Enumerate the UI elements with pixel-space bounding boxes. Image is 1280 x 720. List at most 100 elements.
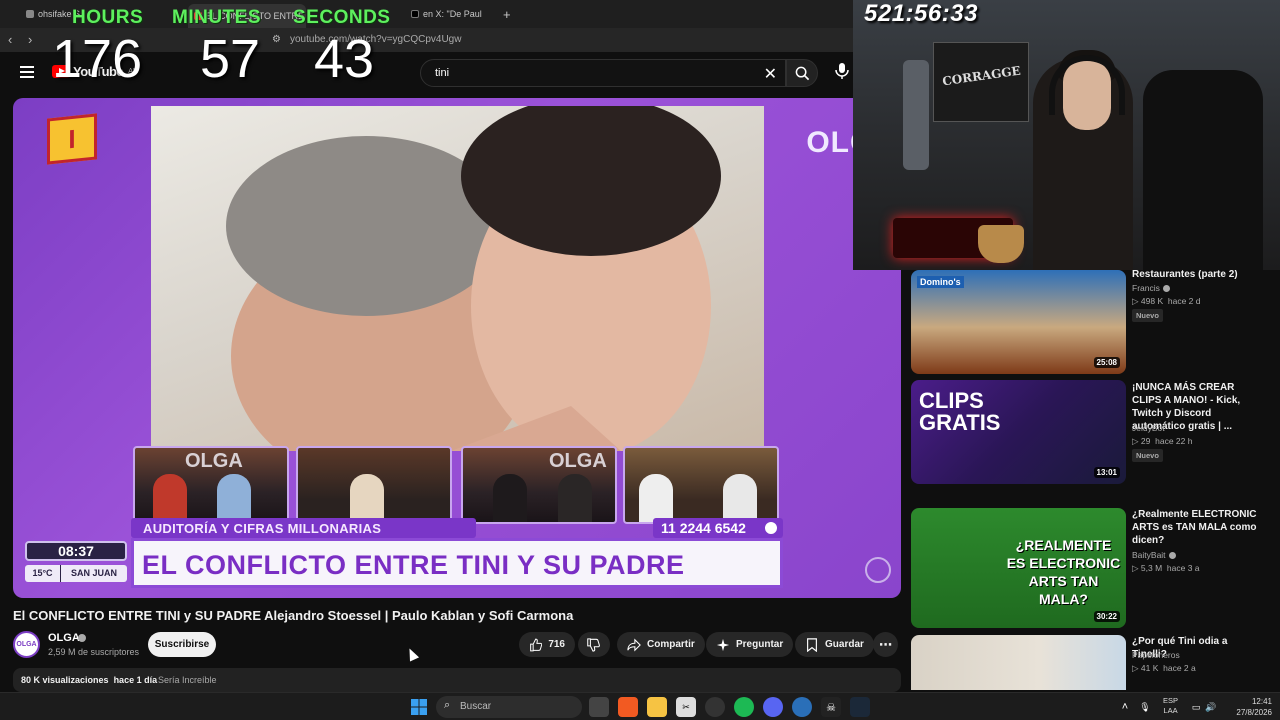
share-icon [627, 637, 641, 652]
site-info-icon[interactable]: ⚙ [272, 34, 281, 45]
recommendation-channel[interactable]: JeidyBot [1132, 423, 1165, 433]
chevron-up-icon[interactable]: ˄ [1118, 697, 1132, 717]
channel-name[interactable]: OLGA [48, 632, 80, 644]
published-ago: hace 2 a [1163, 663, 1196, 673]
windows-start-icon[interactable] [409, 697, 429, 717]
search-input[interactable]: tini ✕ [420, 59, 786, 87]
two-people-image [226, 98, 721, 486]
minutes-label: MINUTES [172, 7, 261, 28]
avatar-text: OLGA [16, 641, 37, 648]
back-icon[interactable]: ‹ [8, 32, 12, 47]
broadcast-clock: 08:37 [25, 541, 127, 561]
obs-icon[interactable] [705, 697, 725, 717]
video-title: El CONFLICTO ENTRE TINI y SU PADRE Aleja… [13, 608, 574, 623]
video-duration: 13:01 [1093, 467, 1120, 478]
taskbar-search[interactable]: ⌕ Buscar [436, 696, 582, 718]
views-and-date: 80 K visualizaciones hace 1 día [21, 675, 157, 685]
subscriber-count: 2,59 M de suscriptores [48, 647, 140, 657]
hours-label: HOURS [72, 7, 144, 28]
sparkle-icon [716, 638, 730, 651]
microphone-icon[interactable]: 🎙 [1138, 697, 1152, 717]
dislike-button[interactable] [578, 632, 610, 657]
recommendation-thumbnail[interactable]: CLIPS GRATIS 13:01 [911, 380, 1126, 484]
more-options-button[interactable]: ⋯ [873, 632, 898, 657]
volume-icon[interactable]: 🔊 [1205, 697, 1217, 717]
channel-cube-logo: I [47, 113, 97, 165]
channel-name: JeidyBot [1132, 423, 1165, 433]
recommendation-title[interactable]: ¿Realmente ELECTRONIC ARTS es TAN MALA c… [1132, 508, 1262, 547]
recommendation-thumbnail[interactable]: Domino's 25:08 [911, 270, 1126, 374]
menu-icon[interactable] [20, 66, 34, 78]
search-button[interactable] [786, 59, 818, 87]
tab-favicon-icon [26, 10, 34, 18]
subscribe-button[interactable]: Suscribirse [148, 632, 216, 657]
camera-feed [623, 446, 779, 524]
keyboard-layout: LAA [1163, 706, 1178, 715]
avatar[interactable]: OLGA [13, 631, 40, 658]
bookmark-icon [807, 637, 817, 652]
language-code: ESP [1163, 696, 1179, 705]
phone-number: 11 2244 6542 [661, 520, 746, 536]
cam-brand: OLGA [549, 450, 607, 472]
search-query: tini [435, 67, 450, 79]
thumbs-up-icon [530, 638, 543, 651]
whatsapp-icon [763, 520, 779, 536]
view-count: 80 K visualizaciones [21, 675, 109, 685]
language-indicator[interactable]: ESP LAA [1163, 696, 1178, 716]
stream-elapsed-timer: 521:56:33 [864, 0, 978, 27]
published-ago: hace 1 día [113, 675, 158, 685]
recommendation-thumbnail[interactable]: ¿REALMENTE ES ELECTRONIC ARTS TAN MALA? … [911, 508, 1126, 628]
mate-cup [978, 225, 1024, 263]
brave-browser-icon[interactable] [618, 697, 638, 717]
skull-app-icon[interactable]: ☠ [821, 697, 841, 717]
camera-feed: OLGA [133, 446, 289, 524]
forward-icon[interactable]: › [28, 32, 32, 47]
host [217, 474, 251, 522]
taskbar-clock[interactable]: 12:41 27/8/2026 [1226, 696, 1272, 718]
recommendation-thumbnail[interactable] [911, 635, 1126, 690]
x-favicon-icon [411, 10, 419, 18]
city-name: SAN JUAN [70, 568, 117, 578]
spotify-icon[interactable] [734, 697, 754, 717]
task-view-icon[interactable] [589, 697, 609, 717]
app-icon[interactable] [792, 697, 812, 717]
seconds-label: SECONDS [293, 7, 391, 28]
new-tab-button[interactable]: + [497, 4, 513, 24]
cam-brand: OLGA [185, 450, 243, 472]
hours-value: 176 [52, 29, 143, 89]
recommendation-channel[interactable]: Papeloneros [1132, 650, 1180, 660]
minutes-value: 57 [200, 29, 261, 89]
video-player[interactable]: I OLGA OLGA OLGA AUDITORÍA Y CIFRAS MILL… [13, 98, 901, 598]
ask-button[interactable]: Preguntar [706, 632, 794, 657]
headline-text: EL CONFLICTO ENTRE TINI Y SU PADRE [142, 550, 685, 580]
video-duration: 30:22 [1093, 611, 1120, 622]
corner-logo-icon [865, 557, 891, 583]
save-button[interactable]: Guardar [795, 632, 874, 657]
description-box[interactable]: 80 K visualizaciones hace 1 día Sería In… [13, 668, 901, 692]
taskbar-search-label: Buscar [460, 701, 492, 712]
segment-subtitle: AUDITORÍA Y CIFRAS MILLONARIAS [143, 521, 382, 536]
file-explorer-icon[interactable] [647, 697, 667, 717]
share-label: Compartir [647, 639, 695, 650]
description-tag: Sería Increíble [158, 675, 217, 685]
browser-tab[interactable]: en X: "De Paul [405, 4, 495, 24]
recommendation-channel[interactable]: BaityBait [1132, 550, 1176, 560]
discord-icon[interactable] [763, 697, 783, 717]
verified-icon [1168, 551, 1176, 559]
camera-feed: OLGA [461, 446, 617, 524]
verified-icon [78, 634, 86, 642]
recommendation-channel[interactable]: Francis [1132, 283, 1170, 293]
cube-letter: I [68, 123, 76, 154]
share-button[interactable]: Compartir [617, 632, 705, 657]
capcut-icon[interactable]: ✂ [676, 697, 696, 717]
like-button[interactable]: 716 [519, 632, 575, 657]
clock-date: 27/8/2026 [1236, 708, 1272, 717]
wall-poster: CORRAGGE [933, 42, 1029, 122]
network-icon[interactable]: ▭ [1190, 697, 1202, 717]
phone-box: 11 2244 6542 [653, 518, 783, 538]
tab-title: en X: "De Paul [423, 9, 482, 19]
close-icon[interactable]: ✕ [764, 64, 777, 84]
ask-label: Preguntar [736, 639, 784, 650]
view-count: 29 [1140, 436, 1151, 446]
steam-icon[interactable] [850, 697, 870, 717]
